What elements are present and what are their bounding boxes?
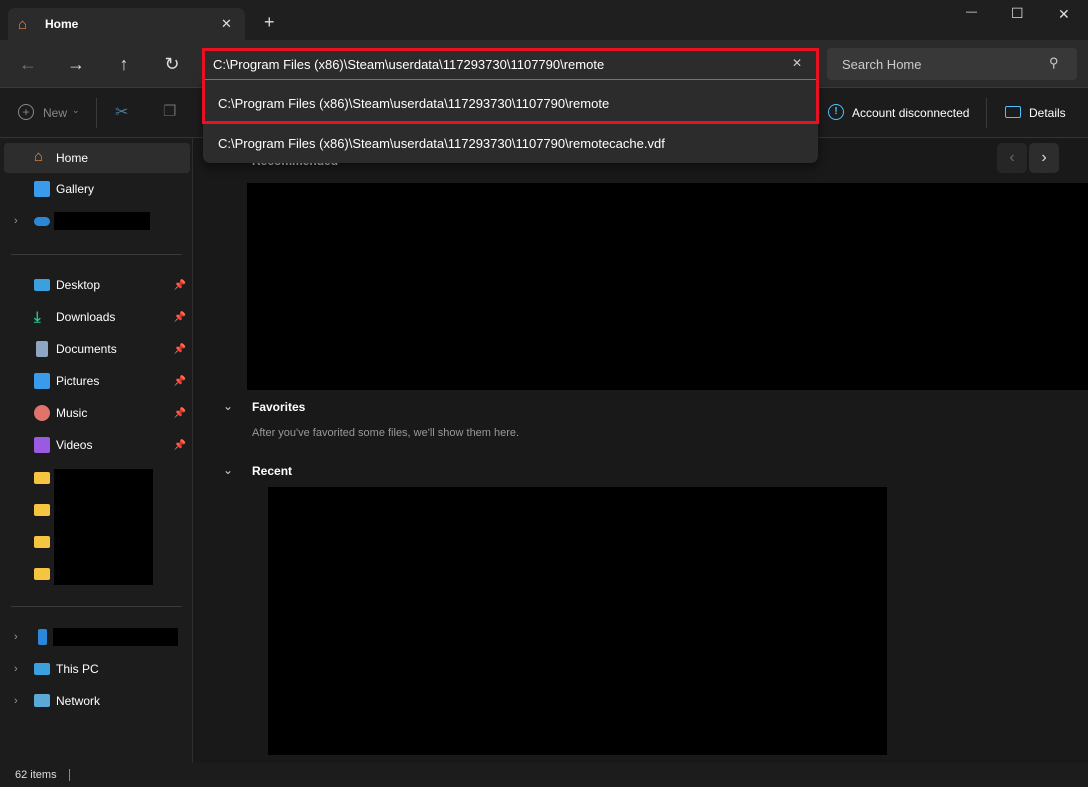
home-icon: ⌂: [18, 16, 28, 33]
sidebar-divider: [11, 606, 182, 607]
sidebar-item-network[interactable]: › Network: [4, 686, 190, 716]
network-icon: [34, 694, 50, 707]
chevron-right-icon[interactable]: ›: [14, 215, 18, 227]
chevron-right-icon[interactable]: ›: [14, 631, 18, 643]
pin-icon[interactable]: 📌: [174, 376, 186, 387]
sidebar-item-music[interactable]: Music 📌: [4, 398, 190, 428]
minimize-button[interactable]: —: [966, 6, 977, 18]
search-icon: ⚲: [1049, 55, 1059, 70]
redacted-folders: [54, 469, 153, 585]
pictures-icon: [34, 373, 50, 389]
toolbar-divider: [986, 98, 987, 128]
navigation-pane: ⌂ Home Gallery › Desktop 📌 ⤓ Downloads 📌 Doc…: [0, 138, 193, 763]
tab-close-button[interactable]: ✕: [221, 16, 232, 32]
back-arrow-icon[interactable]: ←: [12, 48, 44, 80]
recent-redacted: [268, 487, 887, 755]
status-divider: [69, 769, 70, 781]
account-status[interactable]: Account disconnected: [852, 106, 969, 120]
copy-icon[interactable]: ❐: [163, 102, 176, 120]
folder-icon: [34, 472, 50, 484]
pin-icon[interactable]: 📌: [174, 344, 186, 355]
sidebar-item-pictures[interactable]: Pictures 📌: [4, 366, 190, 396]
recommended-redacted: [247, 183, 1088, 390]
sidebar-item-phone[interactable]: ›: [4, 622, 190, 652]
redacted-label: [53, 628, 178, 646]
sidebar-item-desktop[interactable]: Desktop 📌: [4, 270, 190, 300]
toolbar-divider: [96, 98, 97, 128]
sidebar-item-home[interactable]: ⌂ Home: [4, 143, 190, 173]
up-arrow-icon[interactable]: ↑: [108, 48, 140, 80]
refresh-icon[interactable]: ↻: [156, 48, 188, 80]
main-content: Recommended ‹ › ⌄ Favorites After you've…: [193, 138, 1088, 763]
sidebar-item-gallery[interactable]: Gallery: [4, 174, 190, 204]
search-input[interactable]: Search Home: [842, 57, 921, 72]
folder-icon: [34, 504, 50, 516]
music-icon: [34, 405, 50, 421]
pin-icon[interactable]: 📌: [174, 408, 186, 419]
recent-chevron-icon[interactable]: ⌄: [223, 463, 233, 477]
pin-icon[interactable]: 📌: [174, 440, 186, 451]
close-window-button[interactable]: ✕: [1058, 6, 1070, 23]
address-suggestion[interactable]: C:\Program Files (x86)\Steam\userdata\11…: [203, 123, 818, 163]
carousel-prev-button[interactable]: ‹: [997, 143, 1027, 173]
pin-icon[interactable]: 📌: [174, 280, 186, 291]
tab-home[interactable]: ⌂ Home ✕: [8, 8, 245, 40]
pin-icon[interactable]: 📌: [174, 312, 186, 323]
computer-icon: [34, 663, 50, 675]
sidebar-item-onedrive[interactable]: ›: [4, 206, 190, 236]
home-icon: ⌂: [34, 148, 44, 165]
sidebar-item-documents[interactable]: Documents 📌: [4, 334, 190, 364]
folder-icon: [34, 536, 50, 548]
desktop-icon: [34, 279, 50, 291]
highlight-box: [202, 48, 819, 124]
favorites-empty-text: After you've favorited some files, we'll…: [252, 427, 520, 439]
sidebar-item-downloads[interactable]: ⤓ Downloads 📌: [4, 302, 190, 332]
download-icon: ⤓: [34, 309, 41, 326]
sidebar-item-videos[interactable]: Videos 📌: [4, 430, 190, 460]
chevron-right-icon[interactable]: ›: [14, 695, 18, 707]
search-box[interactable]: Search Home ⚲: [827, 48, 1077, 80]
new-button[interactable]: New: [43, 106, 67, 120]
new-plus-icon: +: [18, 104, 34, 120]
cloud-icon: [34, 217, 50, 226]
chevron-right-icon[interactable]: ›: [14, 663, 18, 675]
sidebar-divider: [11, 254, 182, 255]
info-icon: !: [828, 104, 844, 120]
details-button[interactable]: Details: [1029, 106, 1066, 120]
chevron-down-icon: ⌄: [72, 105, 80, 115]
redacted-label: [54, 212, 150, 230]
favorites-heading[interactable]: Favorites: [252, 400, 305, 414]
videos-icon: [34, 437, 50, 453]
carousel-next-button[interactable]: ›: [1029, 143, 1059, 173]
folder-icon: [34, 568, 50, 580]
tab-title: Home: [45, 17, 79, 31]
forward-arrow-icon[interactable]: →: [60, 48, 92, 80]
document-icon: [36, 341, 48, 357]
maximize-button[interactable]: ☐: [1011, 5, 1024, 22]
item-count: 62 items: [15, 769, 57, 781]
favorites-chevron-icon[interactable]: ⌄: [223, 399, 233, 413]
new-tab-button[interactable]: +: [264, 12, 275, 33]
details-pane-icon: [1005, 106, 1021, 118]
recent-heading[interactable]: Recent: [252, 464, 292, 478]
phone-icon: [38, 629, 47, 645]
sidebar-item-this-pc[interactable]: › This PC: [4, 654, 190, 684]
status-bar: 62 items: [0, 763, 1088, 787]
cut-icon[interactable]: ✂: [115, 102, 128, 122]
gallery-icon: [34, 181, 50, 197]
suggestion-text: C:\Program Files (x86)\Steam\userdata\11…: [218, 135, 665, 151]
